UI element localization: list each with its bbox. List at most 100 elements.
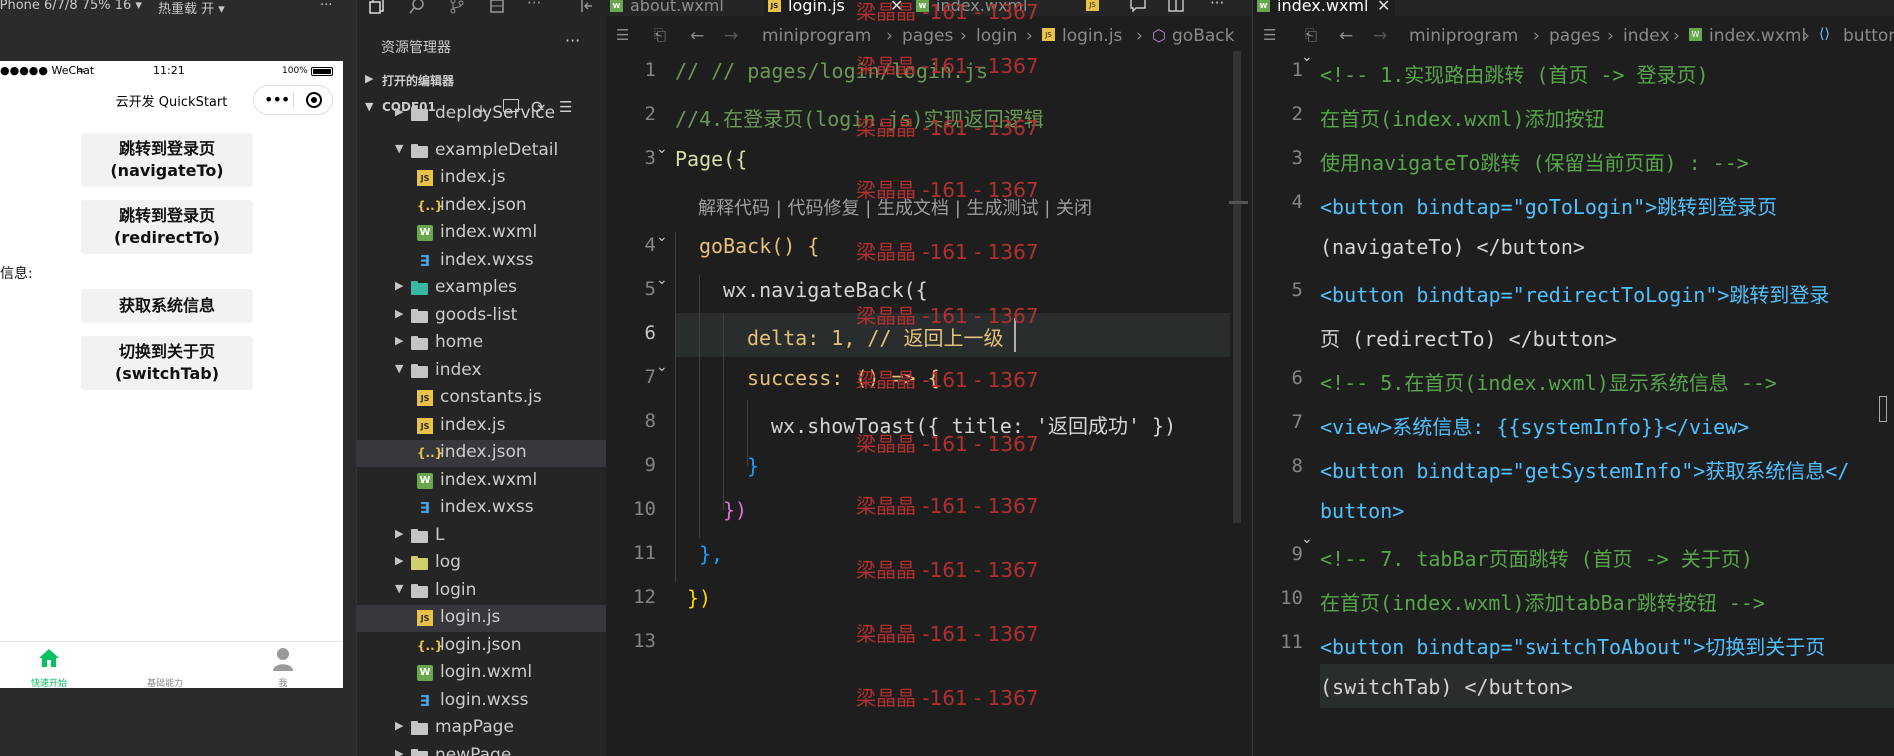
forward-arrow-icon[interactable]: →: [724, 26, 738, 46]
search-icon[interactable]: [409, 0, 425, 14]
close-target-icon[interactable]: [306, 92, 322, 108]
tree-item-label: index.wxml: [440, 222, 538, 242]
comment-icon[interactable]: [1130, 0, 1146, 12]
bookmark-icon[interactable]: ⎗: [654, 26, 666, 44]
phone-screen: ●●●●● WeChat ≈ 11:21 100% 云开发 QuickStart…: [0, 61, 343, 689]
tree-item[interactable]: ▼ login: [357, 578, 607, 605]
code-line-3: 使用navigateTo跳转 (保留当前页面) : -->: [1320, 151, 1749, 175]
fold-chevron-icon[interactable]: ⌄: [1301, 531, 1313, 547]
tree-item[interactable]: ∃ index.wxss: [357, 248, 607, 275]
folder-icon: [411, 280, 428, 296]
tree-item[interactable]: {..} index.json: [357, 440, 607, 467]
fold-chevron-icon[interactable]: ⌄: [1301, 49, 1313, 65]
tree-item[interactable]: Windex.wxml: [357, 220, 607, 247]
code-line-11: },: [699, 542, 724, 566]
tree-item-label: L: [435, 524, 445, 545]
breadcrumb-miniprogram[interactable]: miniprogram: [1409, 26, 1518, 46]
source-control-icon[interactable]: [449, 0, 465, 14]
more-dots-icon[interactable]: •••: [264, 90, 290, 109]
bookmark-icon[interactable]: ⎗: [1305, 26, 1317, 44]
line-number: 6: [1291, 367, 1303, 389]
tree-item[interactable]: JS login.js: [357, 605, 607, 632]
open-editors-section[interactable]: ▶ 打开的编辑器: [357, 68, 607, 94]
back-arrow-icon[interactable]: ←: [1339, 26, 1353, 46]
line-number: 12: [633, 586, 656, 608]
breadcrumb-button[interactable]: button: [1843, 26, 1894, 46]
fold-chevron-icon[interactable]: ⌄: [656, 359, 668, 375]
list-icon[interactable]: ☰: [616, 26, 629, 44]
fold-chevron-icon[interactable]: ⌄: [656, 141, 668, 157]
capsule-menu[interactable]: •••: [253, 85, 333, 115]
line-number: 11: [1280, 631, 1303, 653]
tree-item[interactable]: JS constants.js: [357, 385, 607, 412]
wxml-file-icon: W: [417, 225, 433, 241]
navigate-to-login-button[interactable]: 跳转到登录页 (navigateTo): [81, 133, 253, 187]
tree-item[interactable]: JS index.js: [357, 165, 607, 192]
editor-scrollbar-thumb[interactable]: [1879, 396, 1887, 422]
back-arrow-icon[interactable]: ←: [690, 26, 704, 46]
tab-index-wxml-right[interactable]: W index.wxml ✕: [1253, 0, 1395, 16]
tree-item[interactable]: Windex.wxml: [357, 468, 607, 495]
tree-item[interactable]: ▶ mapPage: [357, 715, 607, 742]
code-line-1: <!-- 1.实现路由跳转 (首页 -> 登录页): [1320, 63, 1709, 87]
tree-item[interactable]: ∃ login.wxss: [357, 688, 607, 715]
close-tab-icon[interactable]: ✕: [1377, 0, 1390, 15]
tree-item[interactable]: ▼ index: [357, 358, 607, 385]
simulator-more-button[interactable]: ···: [320, 0, 332, 13]
tree-item[interactable]: ▶ L: [357, 523, 607, 550]
tree-item[interactable]: JS index.js: [357, 413, 607, 440]
tree-item[interactable]: ▼ exampleDetail: [357, 138, 607, 165]
folder-icon: [411, 106, 428, 122]
js-file-icon[interactable]: JS: [1086, 0, 1099, 11]
code-line-11: <button bindtap="switchToAbout">切换到关于页: [1320, 635, 1826, 659]
tree-item[interactable]: Wlogin.wxml: [357, 660, 607, 687]
get-system-info-button[interactable]: 获取系统信息: [81, 289, 253, 323]
wxml-file-icon: W: [1689, 28, 1702, 41]
code-line-9: }: [747, 454, 760, 478]
battery-level: 100%: [282, 66, 308, 76]
wxss-file-icon: ∃: [419, 499, 431, 517]
folder-icon: [411, 583, 428, 599]
element-tag-icon: ⟨⟩: [1819, 26, 1830, 42]
breadcrumb-index[interactable]: index: [1623, 26, 1670, 46]
split-editor-icon[interactable]: [1168, 0, 1184, 12]
tree-item-label: login.js: [440, 607, 501, 627]
fold-chevron-icon[interactable]: ⌄: [656, 229, 668, 245]
editor-group-right: W index.wxml ✕ ☰ ⎗ ← → miniprogram › pag…: [1252, 0, 1894, 756]
tree-item[interactable]: ▶ deployService: [357, 101, 607, 128]
breadcrumb-goback[interactable]: goBack: [1172, 26, 1234, 46]
forward-arrow-icon[interactable]: →: [1373, 26, 1387, 46]
breadcrumb-pages[interactable]: pages: [1549, 26, 1600, 46]
tree-item[interactable]: ∃ index.wxss: [357, 495, 607, 522]
tree-item[interactable]: ▶ home: [357, 330, 607, 357]
switch-to-about-button[interactable]: 切换到关于页 (switchTab): [81, 336, 253, 390]
collapse-sidebar-icon[interactable]: [579, 0, 595, 14]
breadcrumb-pages[interactable]: pages: [902, 26, 953, 46]
wifi-icon: ≈: [76, 64, 86, 77]
breadcrumb-login-js[interactable]: login.js: [1062, 26, 1122, 46]
extensions-icon[interactable]: [489, 0, 505, 14]
editor-more-icon[interactable]: ···: [1210, 0, 1224, 12]
tree-item-label: index: [435, 359, 482, 380]
files-icon[interactable]: [369, 0, 385, 14]
tab-about-wxml[interactable]: W about.wxml: [606, 0, 764, 16]
redirect-to-login-button[interactable]: 跳转到登录页 (redirectTo): [81, 200, 253, 254]
more-views-icon[interactable]: ···: [527, 0, 541, 12]
fold-chevron-icon[interactable]: ⌄: [656, 272, 668, 288]
explorer-more-button[interactable]: ···: [565, 31, 580, 50]
tree-item[interactable]: ▶ log: [357, 550, 607, 577]
tree-item[interactable]: {..} index.json: [357, 193, 607, 220]
tree-item[interactable]: ▶ examples: [357, 275, 607, 302]
tree-item[interactable]: ▶ newPage: [357, 743, 607, 756]
tree-item[interactable]: {..} login.json: [357, 633, 607, 660]
list-icon[interactable]: ☰: [1263, 26, 1276, 44]
breadcrumb-index-wxml[interactable]: index.wxml: [1709, 26, 1806, 46]
tree-item-label: index.js: [440, 167, 506, 187]
editor-scrollbar[interactable]: [1233, 51, 1241, 523]
tree-item[interactable]: ▶ goods-list: [357, 303, 607, 330]
hot-reload-toggle[interactable]: 热重载 开 ▾: [158, 0, 225, 16]
code-line-8: <button bindtap="getSystemInfo">获取系统信息</: [1320, 459, 1850, 483]
breadcrumb-login[interactable]: login: [976, 26, 1017, 46]
breadcrumb-miniprogram[interactable]: miniprogram: [762, 26, 871, 46]
device-selector[interactable]: iPhone 6/7/8 75% 16 ▾: [0, 0, 142, 13]
